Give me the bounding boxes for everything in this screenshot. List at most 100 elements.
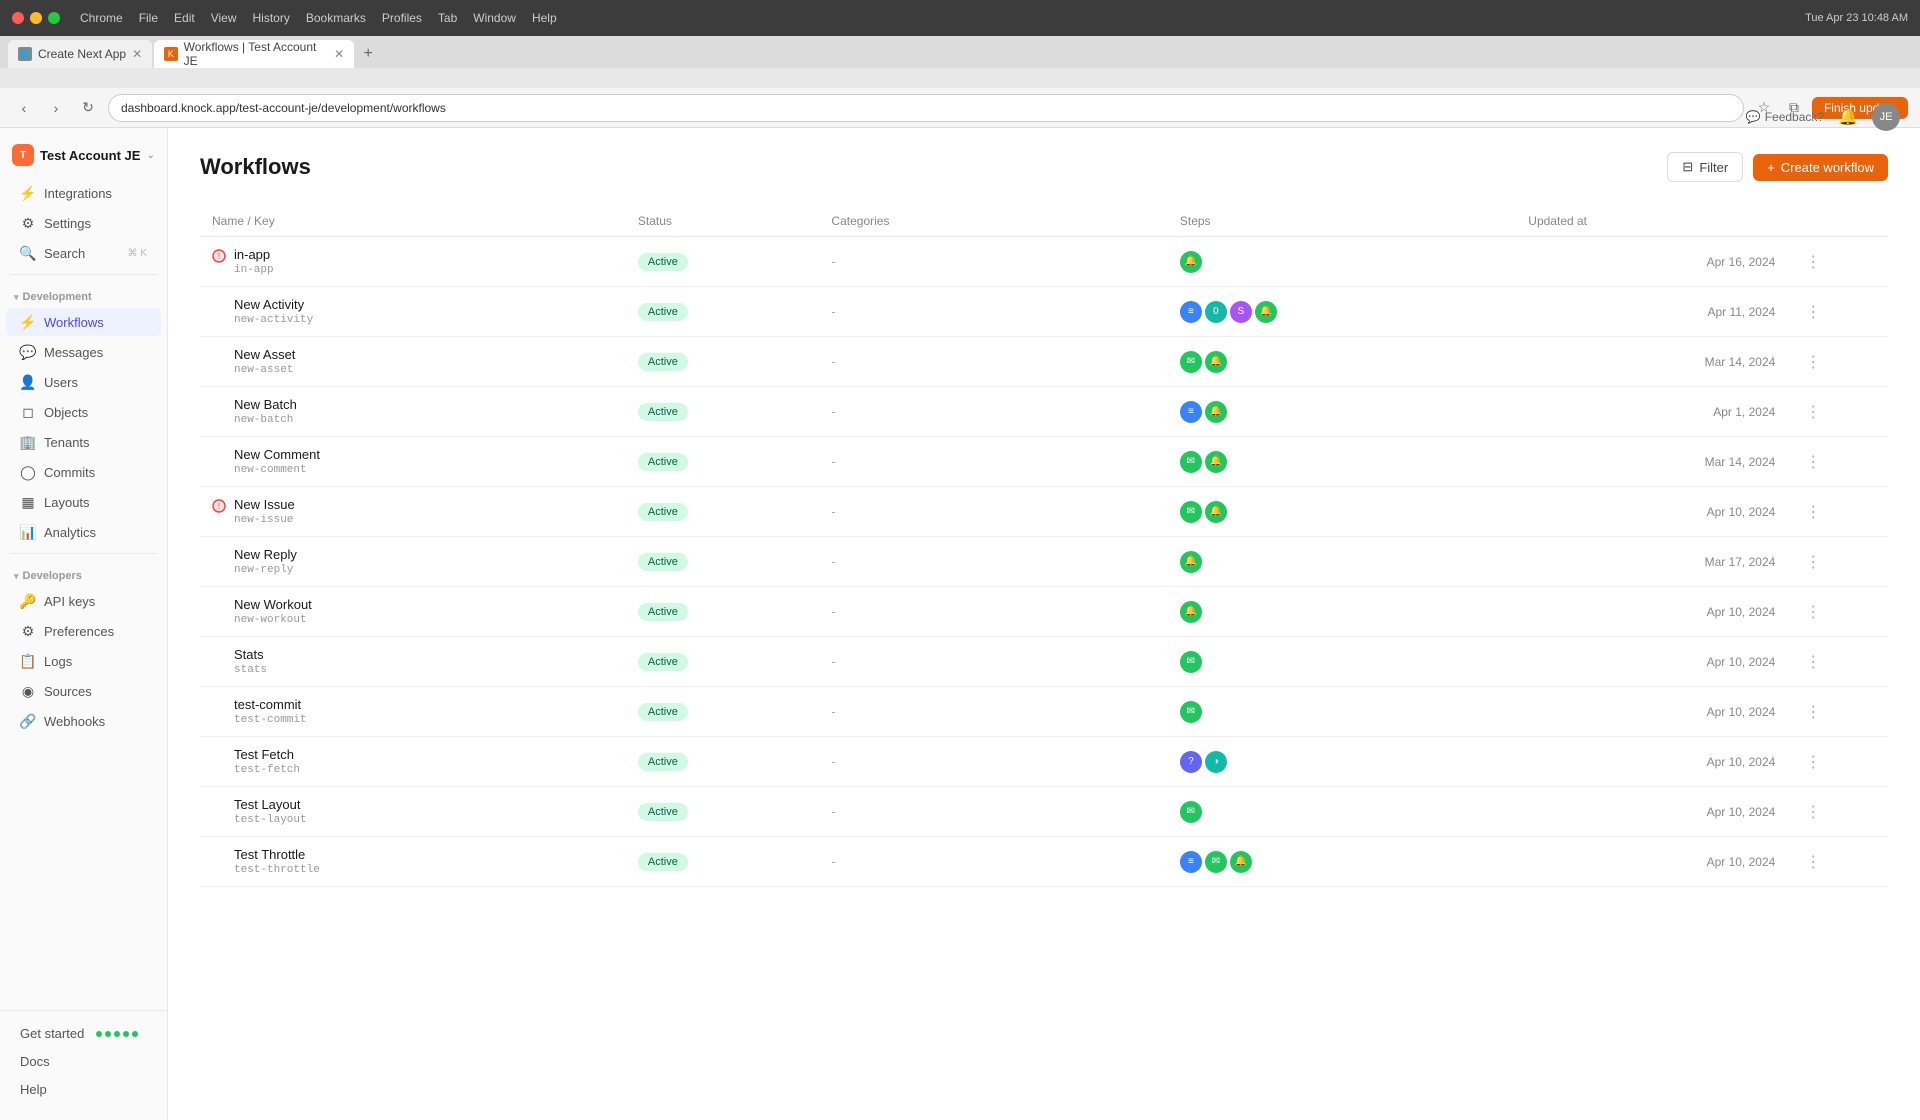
row-menu-button[interactable]: ⋮ <box>1799 502 1827 523</box>
menu-help[interactable]: Help <box>532 11 557 25</box>
sidebar-label-search: Search <box>44 246 85 261</box>
table-row[interactable]: New Batch new-batch Active-≡🔔Apr 1, 2024… <box>200 387 1888 437</box>
sidebar-item-integrations[interactable]: ⚡ Integrations <box>6 179 161 207</box>
sidebar-item-api-keys[interactable]: 🔑 API keys <box>6 587 161 615</box>
back-button[interactable]: ‹ <box>12 96 36 120</box>
table-row[interactable]: New Comment new-comment Active-✉🔔Mar 14,… <box>200 437 1888 487</box>
row-menu-button[interactable]: ⋮ <box>1799 302 1827 323</box>
table-row[interactable]: Test Fetch test-fetch Active-?◑Apr 10, 2… <box>200 737 1888 787</box>
row-menu-button[interactable]: ⋮ <box>1799 252 1827 273</box>
sidebar-item-workflows[interactable]: ⚡ Workflows <box>6 308 161 336</box>
menu-profiles[interactable]: Profiles <box>382 11 422 25</box>
create-workflow-plus-icon: + <box>1767 160 1775 175</box>
table-row[interactable]: New Workout new-workout Active-🔔Apr 10, … <box>200 587 1888 637</box>
sidebar-item-help[interactable]: Help <box>6 1076 161 1103</box>
row-menu-button[interactable]: ⋮ <box>1799 852 1827 873</box>
sidebar-item-webhooks[interactable]: 🔗 Webhooks <box>6 707 161 735</box>
step-icon: ✉ <box>1180 501 1202 523</box>
tab-workflows[interactable]: K Workflows | Test Account JE ✕ <box>154 40 354 68</box>
sidebar-item-tenants[interactable]: 🏢 Tenants <box>6 428 161 456</box>
sidebar-item-analytics[interactable]: 📊 Analytics <box>6 518 161 546</box>
sidebar-label-users: Users <box>44 375 78 390</box>
steps-icons: 🔔 <box>1180 251 1504 273</box>
menu-edit[interactable]: Edit <box>174 11 195 25</box>
sidebar-item-commits[interactable]: ◯ Commits <box>6 458 161 486</box>
section-developers[interactable]: ▾ Developers <box>0 560 167 586</box>
sidebar-item-users[interactable]: 👤 Users <box>6 368 161 396</box>
updated-date: Apr 10, 2024 <box>1707 505 1776 519</box>
sidebar-item-docs[interactable]: Docs <box>6 1048 161 1075</box>
table-row[interactable]: Test Layout test-layout Active-✉Apr 10, … <box>200 787 1888 837</box>
row-menu-button[interactable]: ⋮ <box>1799 702 1827 723</box>
table-row[interactable]: test-commit test-commit Active-✉Apr 10, … <box>200 687 1888 737</box>
table-row[interactable]: New Asset new-asset Active-✉🔔Mar 14, 202… <box>200 337 1888 387</box>
new-tab-button[interactable]: + <box>356 42 380 66</box>
category-value: - <box>831 554 835 569</box>
table-row[interactable]: ! in-app in-app Active-🔔Apr 16, 2024⋮ <box>200 237 1888 287</box>
sidebar: T Test Account JE ⌄ ⚡ Integrations ⚙ Set… <box>0 128 168 1120</box>
tab-label-1: Create Next App <box>38 47 126 61</box>
close-button[interactable] <box>12 12 24 24</box>
minimize-button[interactable] <box>30 12 42 24</box>
sidebar-item-layouts[interactable]: ▦ Layouts <box>6 488 161 516</box>
workflow-key: test-commit <box>234 714 307 726</box>
maximize-button[interactable] <box>48 12 60 24</box>
menu-window[interactable]: Window <box>473 11 516 25</box>
tab-close-1[interactable]: ✕ <box>132 47 142 61</box>
menu-bookmarks[interactable]: Bookmarks <box>306 11 366 25</box>
row-menu-button[interactable]: ⋮ <box>1799 752 1827 773</box>
sidebar-label-objects: Objects <box>44 405 88 420</box>
settings-icon: ⚙ <box>20 215 36 231</box>
sidebar-item-search[interactable]: 🔍 Search ⌘ K <box>6 239 161 267</box>
tab-create-next-app[interactable]: 🌐 Create Next App ✕ <box>8 40 152 68</box>
sidebar-item-logs[interactable]: 📋 Logs <box>6 647 161 675</box>
menu-file[interactable]: File <box>139 11 158 25</box>
sidebar-item-preferences[interactable]: ⚙ Preferences <box>6 617 161 645</box>
workflow-names: Test Fetch test-fetch <box>234 747 300 776</box>
menu-chrome[interactable]: Chrome <box>80 11 123 25</box>
table-row[interactable]: New Reply new-reply Active-🔔Mar 17, 2024… <box>200 537 1888 587</box>
workflow-names: New Asset new-asset <box>234 347 295 376</box>
table-row[interactable]: ! New Issue new-issue Active-✉🔔Apr 10, 2… <box>200 487 1888 537</box>
table-row[interactable]: Test Throttle test-throttle Active-≡✉🔔Ap… <box>200 837 1888 887</box>
row-menu-button[interactable]: ⋮ <box>1799 552 1827 573</box>
account-selector[interactable]: T Test Account JE ⌄ <box>0 136 167 178</box>
row-menu-button[interactable]: ⋮ <box>1799 402 1827 423</box>
sidebar-label-analytics: Analytics <box>44 525 96 540</box>
filter-icon: ⊟ <box>1682 159 1693 175</box>
workflow-key: test-fetch <box>234 764 300 776</box>
sidebar-item-get-started[interactable]: Get started <box>6 1020 161 1047</box>
sidebar-item-settings[interactable]: ⚙ Settings <box>6 209 161 237</box>
row-menu-button[interactable]: ⋮ <box>1799 602 1827 623</box>
workflow-name-cell: ! in-app in-app <box>212 247 614 276</box>
menu-tab[interactable]: Tab <box>438 11 457 25</box>
row-menu-button[interactable]: ⋮ <box>1799 352 1827 373</box>
table-row[interactable]: Stats stats Active-✉Apr 10, 2024⋮ <box>200 637 1888 687</box>
menu-history[interactable]: History <box>253 11 290 25</box>
workflow-names: New Activity new-activity <box>234 297 313 326</box>
filter-button[interactable]: ⊟ Filter <box>1667 152 1743 182</box>
forward-button[interactable]: › <box>44 96 68 120</box>
row-menu-button[interactable]: ⋮ <box>1799 802 1827 823</box>
svg-text:!: ! <box>218 502 220 511</box>
row-menu-button[interactable]: ⋮ <box>1799 452 1827 473</box>
sidebar-item-sources[interactable]: ◉ Sources <box>6 677 161 705</box>
user-avatar[interactable]: JE <box>1872 128 1900 131</box>
menu-view[interactable]: View <box>211 11 237 25</box>
sidebar-item-messages[interactable]: 💬 Messages <box>6 338 161 366</box>
section-development[interactable]: ▾ Development <box>0 281 167 307</box>
create-workflow-button[interactable]: + Create workflow <box>1753 154 1888 181</box>
category-value: - <box>831 454 835 469</box>
refresh-button[interactable]: ↻ <box>76 96 100 120</box>
sidebar-item-objects[interactable]: ◻ Objects <box>6 398 161 426</box>
svg-text:!: ! <box>218 252 220 261</box>
step-icon: ✉ <box>1180 651 1202 673</box>
status-badge: Active <box>638 703 688 721</box>
step-icon: ? <box>1180 751 1202 773</box>
row-menu-button[interactable]: ⋮ <box>1799 652 1827 673</box>
address-input[interactable]: dashboard.knock.app/test-account-je/deve… <box>108 94 1744 122</box>
tab-close-2[interactable]: ✕ <box>334 47 344 61</box>
steps-icons: 🔔 <box>1180 551 1504 573</box>
table-row[interactable]: New Activity new-activity Active-≡0S🔔Apr… <box>200 287 1888 337</box>
col-header-steps: Steps <box>1168 206 1516 237</box>
